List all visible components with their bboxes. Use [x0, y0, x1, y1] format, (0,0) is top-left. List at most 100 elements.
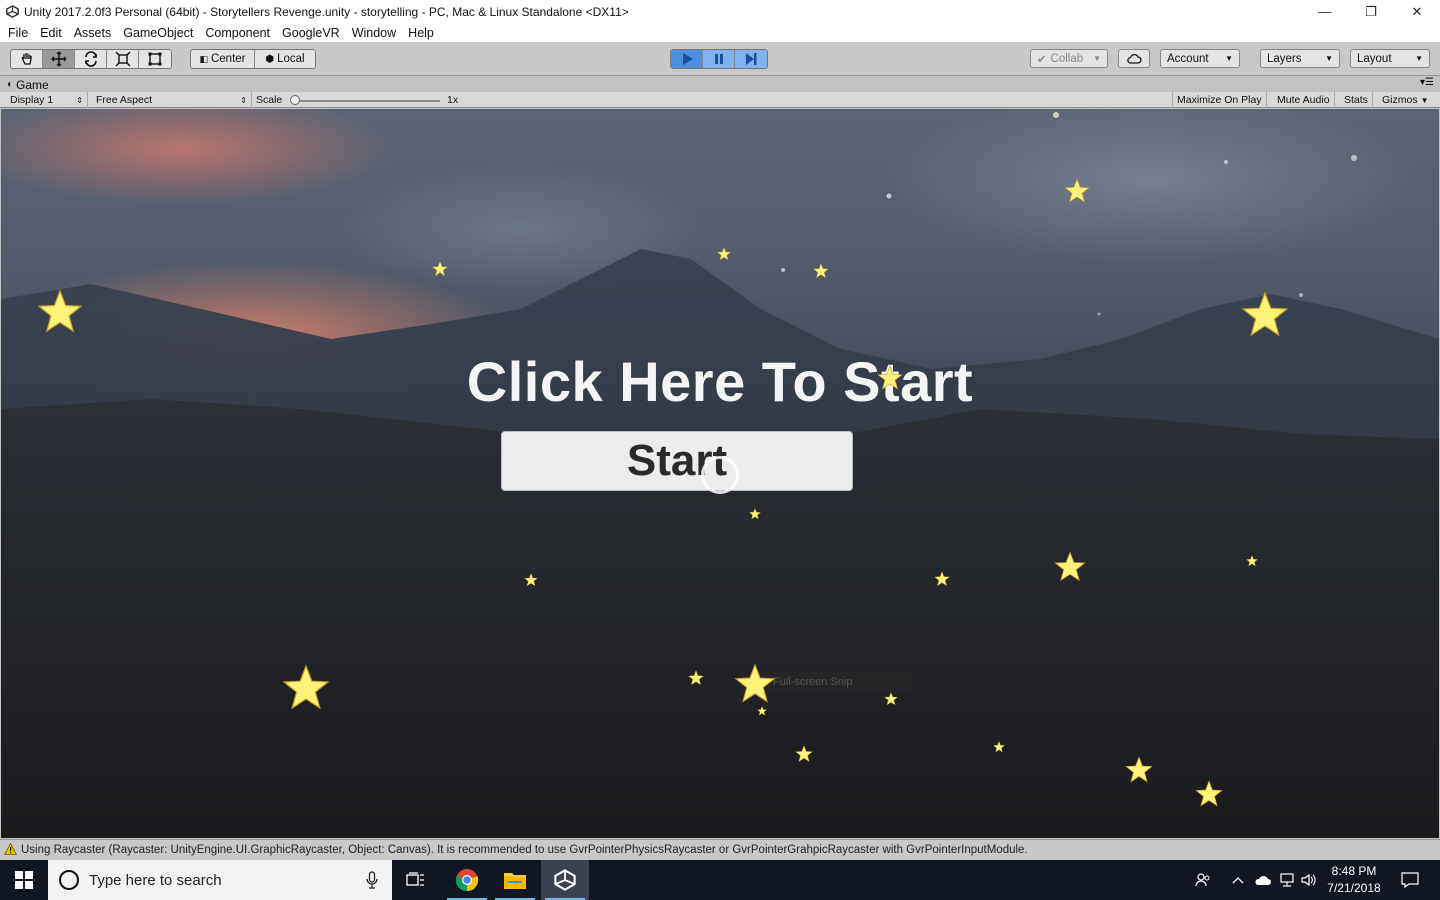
tab-game-label: Game	[16, 77, 49, 92]
menu-assets[interactable]: Assets	[68, 26, 118, 40]
hand-tool-button[interactable]	[11, 50, 43, 68]
chrome-icon	[455, 869, 479, 892]
unity-logo-icon	[4, 4, 20, 20]
scale-tool-button[interactable]	[107, 50, 139, 68]
scale-label: Scale	[256, 94, 283, 106]
local-cube-icon: ⬢	[265, 53, 275, 65]
taskbar-search-box[interactable]: Type here to search	[48, 860, 392, 900]
people-icon[interactable]	[1188, 860, 1218, 900]
window-title: Unity 2017.2.0f3 Personal (64bit) - Stor…	[24, 4, 629, 19]
layers-label: Layers	[1267, 52, 1302, 65]
stats-toggle[interactable]: Stats	[1340, 92, 1373, 108]
game-view-toolbar: Display 1 ⇕ Free Aspect ⇕ Scale 1x Maxim…	[0, 92, 1440, 108]
rect-tool-button[interactable]	[139, 50, 171, 68]
panel-menu-icon[interactable]: ▾☰	[1420, 77, 1434, 88]
rect-transform-icon	[148, 52, 162, 66]
collab-dropdown[interactable]: ✔ Collab ▼	[1030, 49, 1108, 68]
chevron-down-icon: ▼	[1325, 54, 1333, 63]
menu-file[interactable]: File	[2, 26, 34, 40]
menu-window[interactable]: Window	[346, 26, 402, 40]
game-view[interactable]: Click Here To Start Start Full-screen Sn…	[1, 109, 1439, 838]
updown-icon: ⇕	[76, 95, 83, 105]
pivot-local-label: Local	[277, 53, 305, 65]
scale-value: 1x	[447, 94, 459, 106]
transform-tools	[10, 49, 172, 69]
tab-game[interactable]: ◖ Game	[6, 77, 49, 92]
windows-logo-icon	[15, 871, 33, 889]
menu-component[interactable]: Component	[199, 26, 276, 40]
maximize-button[interactable]: ❐	[1348, 0, 1394, 23]
game-panel-header: ◖ Game ▾☰	[0, 77, 1440, 92]
pause-icon	[714, 54, 723, 64]
pivot-center-icon: ◧	[199, 53, 208, 64]
start-menu-button[interactable]	[0, 860, 48, 900]
gizmos-label: Gizmos	[1382, 94, 1418, 106]
step-button[interactable]	[735, 50, 767, 68]
network-icon[interactable]	[1276, 860, 1298, 900]
menu-edit[interactable]: Edit	[34, 26, 68, 40]
chevron-down-icon: ▼	[1415, 54, 1423, 63]
clock-date: 7/21/2018	[1327, 881, 1381, 895]
folder-icon	[504, 873, 526, 889]
layers-dropdown[interactable]: Layers ▼	[1260, 49, 1340, 68]
chrome-taskbar-button[interactable]	[443, 860, 491, 900]
layout-label: Layout	[1357, 52, 1392, 65]
chevron-down-icon: ▼	[1225, 54, 1233, 63]
pause-button[interactable]	[703, 50, 735, 68]
system-clock[interactable]: 8:48 PM 7/21/2018	[1320, 863, 1388, 897]
file-explorer-taskbar-button[interactable]	[491, 860, 539, 900]
pivot-center-button[interactable]: ◧ Center	[191, 50, 255, 68]
menu-help[interactable]: Help	[402, 26, 440, 40]
play-button[interactable]	[671, 50, 703, 68]
warning-icon	[3, 842, 18, 858]
game-pacman-icon: ◖	[6, 79, 13, 90]
pivot-toggles: ◧ Center ⬢ Local	[190, 49, 316, 69]
notifications-icon[interactable]	[1390, 860, 1430, 900]
layout-dropdown[interactable]: Layout ▼	[1350, 49, 1430, 68]
unity-taskbar-button[interactable]	[541, 860, 589, 900]
aspect-label: Free Aspect	[96, 94, 153, 106]
maximize-on-play-toggle[interactable]: Maximize On Play	[1172, 92, 1267, 108]
scale-slider-handle[interactable]	[290, 95, 300, 105]
microphone-icon[interactable]	[366, 871, 378, 892]
play-icon	[682, 53, 693, 65]
account-dropdown[interactable]: Account ▼	[1160, 49, 1240, 68]
minimize-button[interactable]: —	[1302, 0, 1348, 23]
chevron-up-icon[interactable]	[1226, 860, 1250, 900]
display-dropdown[interactable]: Display 1 ⇕	[6, 92, 88, 108]
sparkle-particles	[781, 112, 1357, 316]
task-view-button[interactable]	[392, 860, 440, 900]
scale-slider-track[interactable]	[294, 100, 440, 102]
status-message: Using Raycaster (Raycaster: UnityEngine.…	[21, 844, 1028, 856]
playback-controls	[670, 49, 768, 69]
display-label: Display 1	[10, 94, 54, 106]
onedrive-cloud-icon[interactable]	[1252, 860, 1274, 900]
pivot-local-button[interactable]: ⬢ Local	[255, 50, 315, 68]
menu-googlevr[interactable]: GoogleVR	[276, 26, 346, 40]
console-status-bar[interactable]: Using Raycaster (Raycaster: UnityEngine.…	[0, 839, 1440, 860]
step-icon	[746, 53, 757, 65]
collab-label: Collab	[1050, 52, 1084, 65]
volume-icon[interactable]	[1298, 860, 1320, 900]
move-icon	[50, 51, 67, 67]
pivot-center-label: Center	[210, 53, 246, 65]
updown-icon: ⇕	[240, 95, 247, 105]
move-tool-button[interactable]	[43, 50, 75, 68]
chevron-down-icon: ▼	[1420, 95, 1429, 105]
clock-time: 8:48 PM	[1331, 864, 1377, 878]
rotate-tool-button[interactable]	[75, 50, 107, 68]
chevron-down-icon: ▼	[1093, 54, 1101, 63]
cloud-button[interactable]	[1118, 49, 1150, 68]
hand-icon	[21, 53, 32, 65]
gizmos-dropdown[interactable]: Gizmos ▼	[1378, 92, 1433, 108]
close-button[interactable]: ✕	[1394, 0, 1440, 23]
mute-audio-toggle[interactable]: Mute Audio	[1273, 92, 1335, 108]
search-placeholder: Type here to search	[89, 871, 222, 889]
unity-logo-icon	[554, 869, 576, 891]
task-view-icon	[406, 872, 424, 886]
rotate-icon	[84, 51, 97, 67]
cloud-icon	[1127, 53, 1142, 64]
aspect-dropdown[interactable]: Free Aspect ⇕	[92, 92, 252, 108]
menu-gameobject[interactable]: GameObject	[117, 26, 199, 40]
account-label: Account	[1167, 52, 1209, 65]
